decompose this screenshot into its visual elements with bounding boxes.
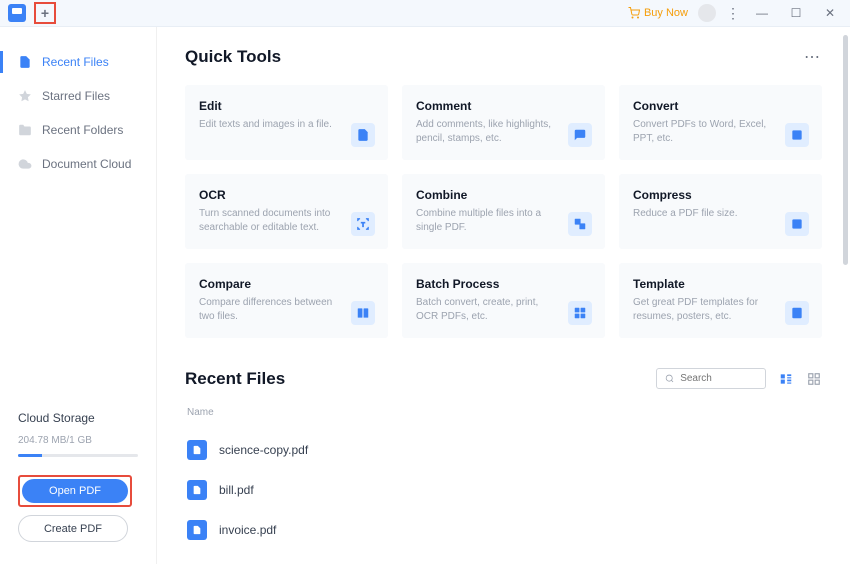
tool-desc: Edit texts and images in a file.: [199, 118, 339, 132]
tool-desc: Convert PDFs to Word, Excel, PPT, etc.: [633, 118, 773, 146]
sidebar-item-recent-folders[interactable]: Recent Folders: [0, 113, 156, 147]
compare-icon: [351, 301, 375, 325]
app-menu-button[interactable]: ⋮: [726, 5, 740, 22]
edit-icon: [351, 123, 375, 147]
sidebar-item-label: Document Cloud: [42, 157, 131, 171]
quick-tools-title: Quick Tools: [185, 47, 281, 67]
cloud-storage-section: Cloud Storage 204.78 MB/1 GB Open PDF Cr…: [0, 397, 156, 564]
minimize-button[interactable]: —: [750, 1, 774, 25]
tool-desc: Get great PDF templates for resumes, pos…: [633, 296, 773, 324]
folder-icon: [18, 123, 32, 137]
cloud-storage-usage: 204.78 MB/1 GB: [18, 435, 138, 446]
grid-view-button[interactable]: [806, 371, 822, 387]
file-name: bill.pdf: [219, 483, 254, 497]
tool-desc: Add comments, like highlights, pencil, s…: [416, 118, 556, 146]
create-pdf-label: Create PDF: [44, 523, 102, 535]
buy-now-label: Buy Now: [644, 7, 688, 19]
star-icon: [18, 89, 32, 103]
maximize-button[interactable]: ☐: [784, 1, 808, 25]
file-row[interactable]: science-copy.pdf: [185, 430, 822, 470]
cloud-storage-progress: [18, 454, 138, 457]
cloud-icon: [18, 157, 32, 171]
close-button[interactable]: ✕: [818, 1, 842, 25]
quick-tools-grid: Edit Edit texts and images in a file. Co…: [185, 85, 822, 338]
template-icon: [785, 301, 809, 325]
combine-icon: [568, 212, 592, 236]
search-input[interactable]: [680, 373, 757, 384]
tool-compare[interactable]: Compare Compare differences between two …: [185, 263, 388, 338]
tool-title: Batch Process: [416, 277, 589, 291]
tool-ocr[interactable]: OCR Turn scanned documents into searchab…: [185, 174, 388, 249]
tool-compress[interactable]: Compress Reduce a PDF file size.: [619, 174, 822, 249]
tool-edit[interactable]: Edit Edit texts and images in a file.: [185, 85, 388, 160]
tool-title: OCR: [199, 188, 372, 202]
open-pdf-highlight: Open PDF: [18, 475, 132, 507]
list-view-button[interactable]: [778, 371, 794, 387]
file-row[interactable]: invoice.pdf: [185, 510, 822, 550]
open-pdf-label: Open PDF: [49, 485, 101, 497]
tool-template[interactable]: Template Get great PDF templates for res…: [619, 263, 822, 338]
recent-files-title: Recent Files: [185, 369, 285, 389]
open-pdf-button[interactable]: Open PDF: [22, 479, 128, 503]
file-icon: [18, 55, 32, 69]
search-icon: [665, 373, 674, 384]
cloud-storage-title: Cloud Storage: [18, 411, 138, 425]
file-row[interactable]: bill.pdf: [185, 470, 822, 510]
table-header-name: Name: [185, 401, 822, 424]
scrollbar[interactable]: [843, 35, 848, 265]
file-name: science-copy.pdf: [219, 443, 308, 457]
sidebar-item-document-cloud[interactable]: Document Cloud: [0, 147, 156, 181]
tool-title: Compress: [633, 188, 806, 202]
app-logo-icon: [8, 4, 26, 22]
tool-desc: Reduce a PDF file size.: [633, 207, 773, 221]
convert-icon: [785, 123, 809, 147]
compress-icon: [785, 212, 809, 236]
comment-icon: [568, 123, 592, 147]
pdf-file-icon: [187, 440, 207, 460]
tool-comment[interactable]: Comment Add comments, like highlights, p…: [402, 85, 605, 160]
sidebar-item-label: Recent Folders: [42, 123, 123, 137]
search-box[interactable]: [656, 368, 766, 389]
tool-title: Convert: [633, 99, 806, 113]
tool-convert[interactable]: Convert Convert PDFs to Word, Excel, PPT…: [619, 85, 822, 160]
tool-desc: Turn scanned documents into searchable o…: [199, 207, 339, 235]
tool-batch[interactable]: Batch Process Batch convert, create, pri…: [402, 263, 605, 338]
buy-now-link[interactable]: Buy Now: [628, 7, 688, 19]
sidebar-item-label: Recent Files: [42, 55, 109, 69]
tool-combine[interactable]: Combine Combine multiple files into a si…: [402, 174, 605, 249]
pdf-file-icon: [187, 520, 207, 540]
sidebar-item-recent-files[interactable]: Recent Files: [0, 45, 156, 79]
user-avatar-icon[interactable]: [698, 4, 716, 22]
tool-title: Template: [633, 277, 806, 291]
tool-title: Compare: [199, 277, 372, 291]
tool-title: Combine: [416, 188, 589, 202]
quick-tools-menu[interactable]: ⋯: [804, 47, 822, 67]
pdf-file-icon: [187, 480, 207, 500]
main-content: Quick Tools ⋯ Edit Edit texts and images…: [157, 27, 850, 564]
tool-desc: Batch convert, create, print, OCR PDFs, …: [416, 296, 556, 324]
ocr-icon: T: [351, 212, 375, 236]
new-tab-button[interactable]: +: [34, 2, 56, 24]
tool-title: Comment: [416, 99, 589, 113]
tool-desc: Combine multiple files into a single PDF…: [416, 207, 556, 235]
tool-desc: Compare differences between two files.: [199, 296, 339, 324]
sidebar-item-label: Starred Files: [42, 89, 110, 103]
file-name: invoice.pdf: [219, 523, 276, 537]
create-pdf-button[interactable]: Create PDF: [18, 515, 128, 542]
batch-icon: [568, 301, 592, 325]
sidebar: Recent Files Starred Files Recent Folder…: [0, 27, 157, 564]
tool-title: Edit: [199, 99, 372, 113]
titlebar: + Buy Now ⋮ — ☐ ✕: [0, 0, 850, 27]
svg-text:T: T: [361, 222, 365, 228]
cart-icon: [628, 7, 640, 19]
sidebar-item-starred-files[interactable]: Starred Files: [0, 79, 156, 113]
